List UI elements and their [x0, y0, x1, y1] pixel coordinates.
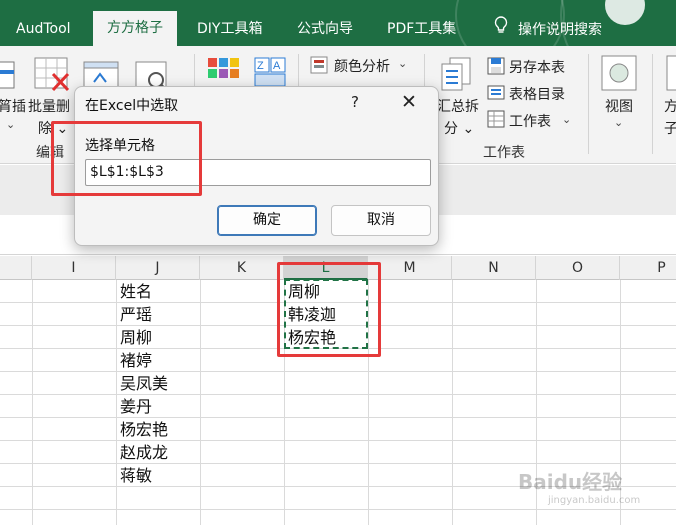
more-icon	[665, 54, 676, 92]
table-toc-icon	[487, 83, 505, 101]
column-header-j[interactable]: J	[116, 256, 200, 280]
cell-j4[interactable]: 褚婷	[120, 350, 152, 372]
right-cut-button-bottom: 子	[664, 118, 676, 138]
ribbon-tab-bar: AudTool 方方格子 DIY工具箱 公式向导 PDF工具集 操作说明搜索	[0, 0, 676, 46]
cell-j1[interactable]: 姓名	[120, 281, 152, 303]
edit-left-button[interactable]: 筲插	[0, 96, 26, 116]
ok-button[interactable]: 确定	[217, 205, 317, 236]
watermark-brand: Baidu经验	[518, 470, 623, 494]
tell-me-label: 操作说明搜索	[518, 22, 602, 38]
save-as-sheet-button[interactable]: 另存本表	[509, 57, 565, 77]
tab-diy-toolbox[interactable]: DIY工具箱	[197, 12, 262, 46]
baidu-watermark: Baidu经验 jingyan.baidu.com	[518, 466, 640, 506]
cell-j9[interactable]: 蒋敏	[120, 465, 152, 487]
cell-j3[interactable]: 周柳	[120, 327, 152, 349]
help-button[interactable]: ?	[351, 93, 359, 111]
column-header-o[interactable]: O	[536, 256, 620, 280]
view-arrow: ⌄	[614, 116, 624, 129]
color-analysis-icon	[310, 56, 328, 74]
tab-tell-me[interactable]: 操作说明搜索	[494, 12, 602, 46]
right-cut-button[interactable]: 方	[664, 96, 676, 116]
worksheet-arrow: ⌄	[562, 113, 572, 126]
cell-j6[interactable]: 姜丹	[120, 396, 152, 418]
table-toc-button[interactable]: 表格目录	[509, 84, 565, 104]
group-label-worksheet: 工作表	[483, 145, 525, 161]
summary-split-icon[interactable]	[436, 56, 476, 94]
dialog-title: 在Excel中选取	[85, 98, 179, 114]
column-header-p[interactable]: P	[620, 256, 676, 280]
tab-formula-wizard[interactable]: 公式向导	[297, 12, 353, 46]
lightbulb-icon	[494, 12, 508, 46]
insert-icon	[0, 60, 16, 90]
column-header-i[interactable]: I	[32, 256, 116, 280]
cancel-button[interactable]: 取消	[331, 205, 431, 236]
excel-window: AudTool 方方格子 DIY工具箱 公式向导 PDF工具集 操作说明搜索 筲…	[0, 0, 676, 525]
summary-split-arrow: 分 ⌄	[444, 121, 475, 137]
watermark-url: jingyan.baidu.com	[548, 495, 641, 506]
summary-split-button[interactable]: 汇总拆	[437, 96, 479, 116]
worksheet-icon	[487, 110, 505, 128]
row-header-corner[interactable]	[0, 256, 32, 280]
svg-text:Z: Z	[257, 60, 264, 72]
batch-delete-icon[interactable]	[33, 56, 71, 92]
group-separator	[588, 54, 589, 154]
group-separator	[652, 54, 653, 154]
view-icon[interactable]	[600, 54, 638, 92]
color-analysis-arrow: ⌄	[398, 57, 408, 70]
column-header-k[interactable]: K	[200, 256, 284, 280]
save-sheet-icon	[487, 57, 505, 75]
cell-j7[interactable]: 杨宏艳	[120, 419, 168, 441]
close-icon[interactable]: ✕	[401, 91, 417, 113]
highlight-box-range	[277, 262, 381, 357]
cell-j8[interactable]: 赵成龙	[120, 442, 168, 464]
svg-text:A: A	[273, 60, 281, 72]
batch-delete-button[interactable]: 批量删	[28, 96, 70, 116]
cell-j5[interactable]: 吴凤美	[120, 373, 168, 395]
tab-fangfangezi[interactable]: 方方格子	[93, 11, 177, 46]
worksheet-button[interactable]: 工作表	[509, 111, 551, 131]
tab-pdf-tools[interactable]: PDF工具集	[387, 12, 456, 46]
cell-j2[interactable]: 严瑶	[120, 304, 152, 326]
tab-audtool[interactable]: AudTool	[16, 12, 71, 46]
edit-left-arrow: ⌄	[6, 118, 16, 131]
column-header-n[interactable]: N	[452, 256, 536, 280]
highlight-box-dialog-input	[51, 121, 202, 196]
color-analysis-button[interactable]: 颜色分析	[334, 56, 390, 76]
view-button[interactable]: 视图	[605, 96, 633, 116]
